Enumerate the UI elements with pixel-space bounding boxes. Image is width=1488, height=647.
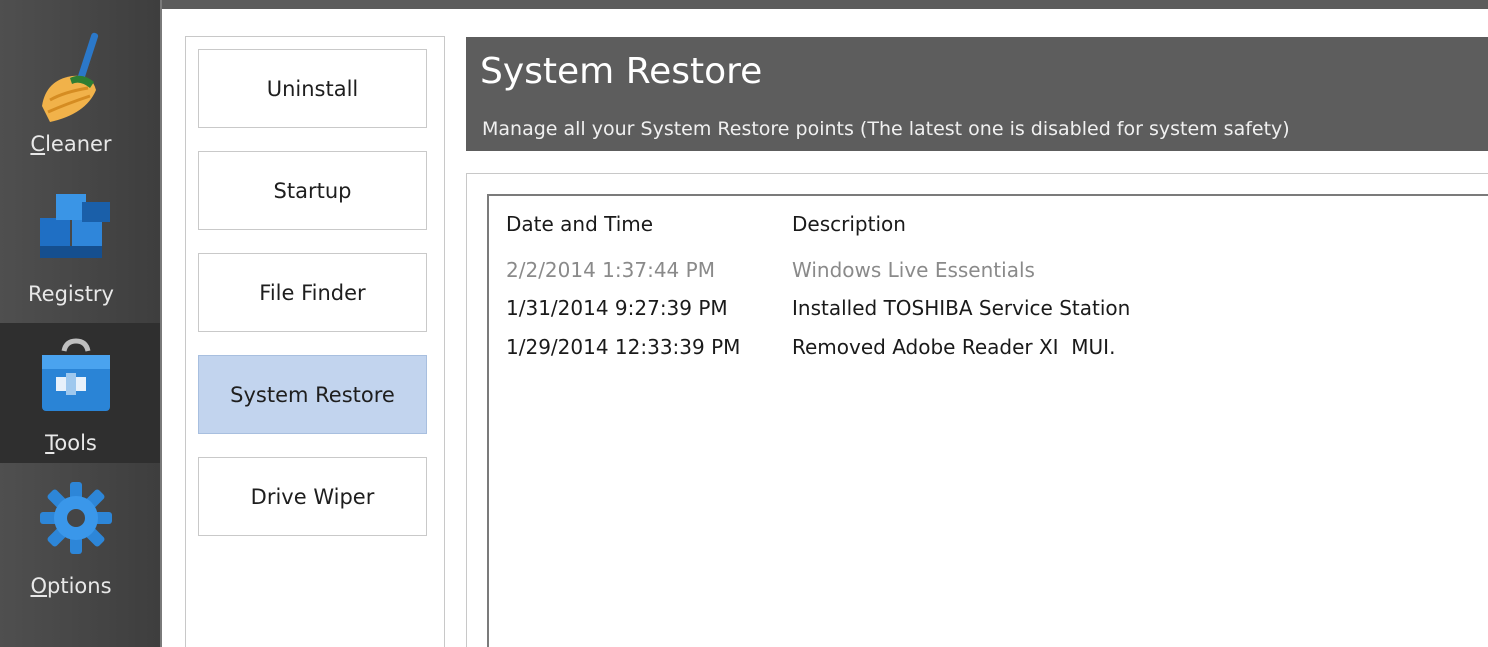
row-date[interactable]: 1/29/2014 12:33:39 PM	[506, 335, 740, 359]
nav-item-tools[interactable]: Tools	[0, 323, 160, 463]
row-description[interactable]: Installed TOSHIBA Service Station	[792, 296, 1130, 320]
column-header-description[interactable]: Description	[792, 212, 906, 236]
restore-points-list[interactable]: Date and Time Description 2/2/2014 1:37:…	[487, 194, 1488, 647]
page-header: System Restore Manage all your System Re…	[466, 37, 1488, 151]
nav-label-registry: Registry	[28, 282, 114, 306]
nav-label-tools: Tools	[45, 431, 97, 455]
row-description: Windows Live Essentials	[792, 258, 1035, 282]
row-date[interactable]: 1/31/2014 9:27:39 PM	[506, 296, 728, 320]
tool-button-startup[interactable]: Startup	[198, 151, 427, 230]
tool-button-file-finder[interactable]: File Finder	[198, 253, 427, 332]
rail-divider	[160, 0, 162, 647]
tool-button-uninstall[interactable]: Uninstall	[198, 49, 427, 128]
tool-button-system-restore[interactable]: System Restore	[198, 355, 427, 434]
top-strip	[162, 0, 1488, 9]
toolbox-icon	[36, 337, 116, 422]
nav-item-cleaner[interactable]: Cleaner	[0, 10, 160, 160]
broom-icon	[36, 28, 116, 133]
nav-label-options: Options	[30, 574, 112, 598]
nav-item-registry[interactable]: Registry	[0, 170, 160, 320]
tool-button-drive-wiper[interactable]: Drive Wiper	[198, 457, 427, 536]
nav-item-options[interactable]: Options	[0, 466, 160, 616]
page-subtitle: Manage all your System Restore points (T…	[482, 118, 1290, 140]
app-window: Cleaner Registry Tools Options Uninstall…	[0, 0, 1488, 647]
row-date: 2/2/2014 1:37:44 PM	[506, 258, 715, 282]
column-header-date[interactable]: Date and Time	[506, 212, 653, 236]
gear-icon	[36, 478, 116, 563]
nav-rail: Cleaner Registry Tools Options	[0, 0, 160, 647]
registry-cubes-icon	[36, 188, 116, 273]
row-description[interactable]: Removed Adobe Reader XI MUI.	[792, 335, 1115, 359]
nav-label-cleaner: Cleaner	[30, 132, 112, 156]
page-title: System Restore	[480, 51, 763, 92]
